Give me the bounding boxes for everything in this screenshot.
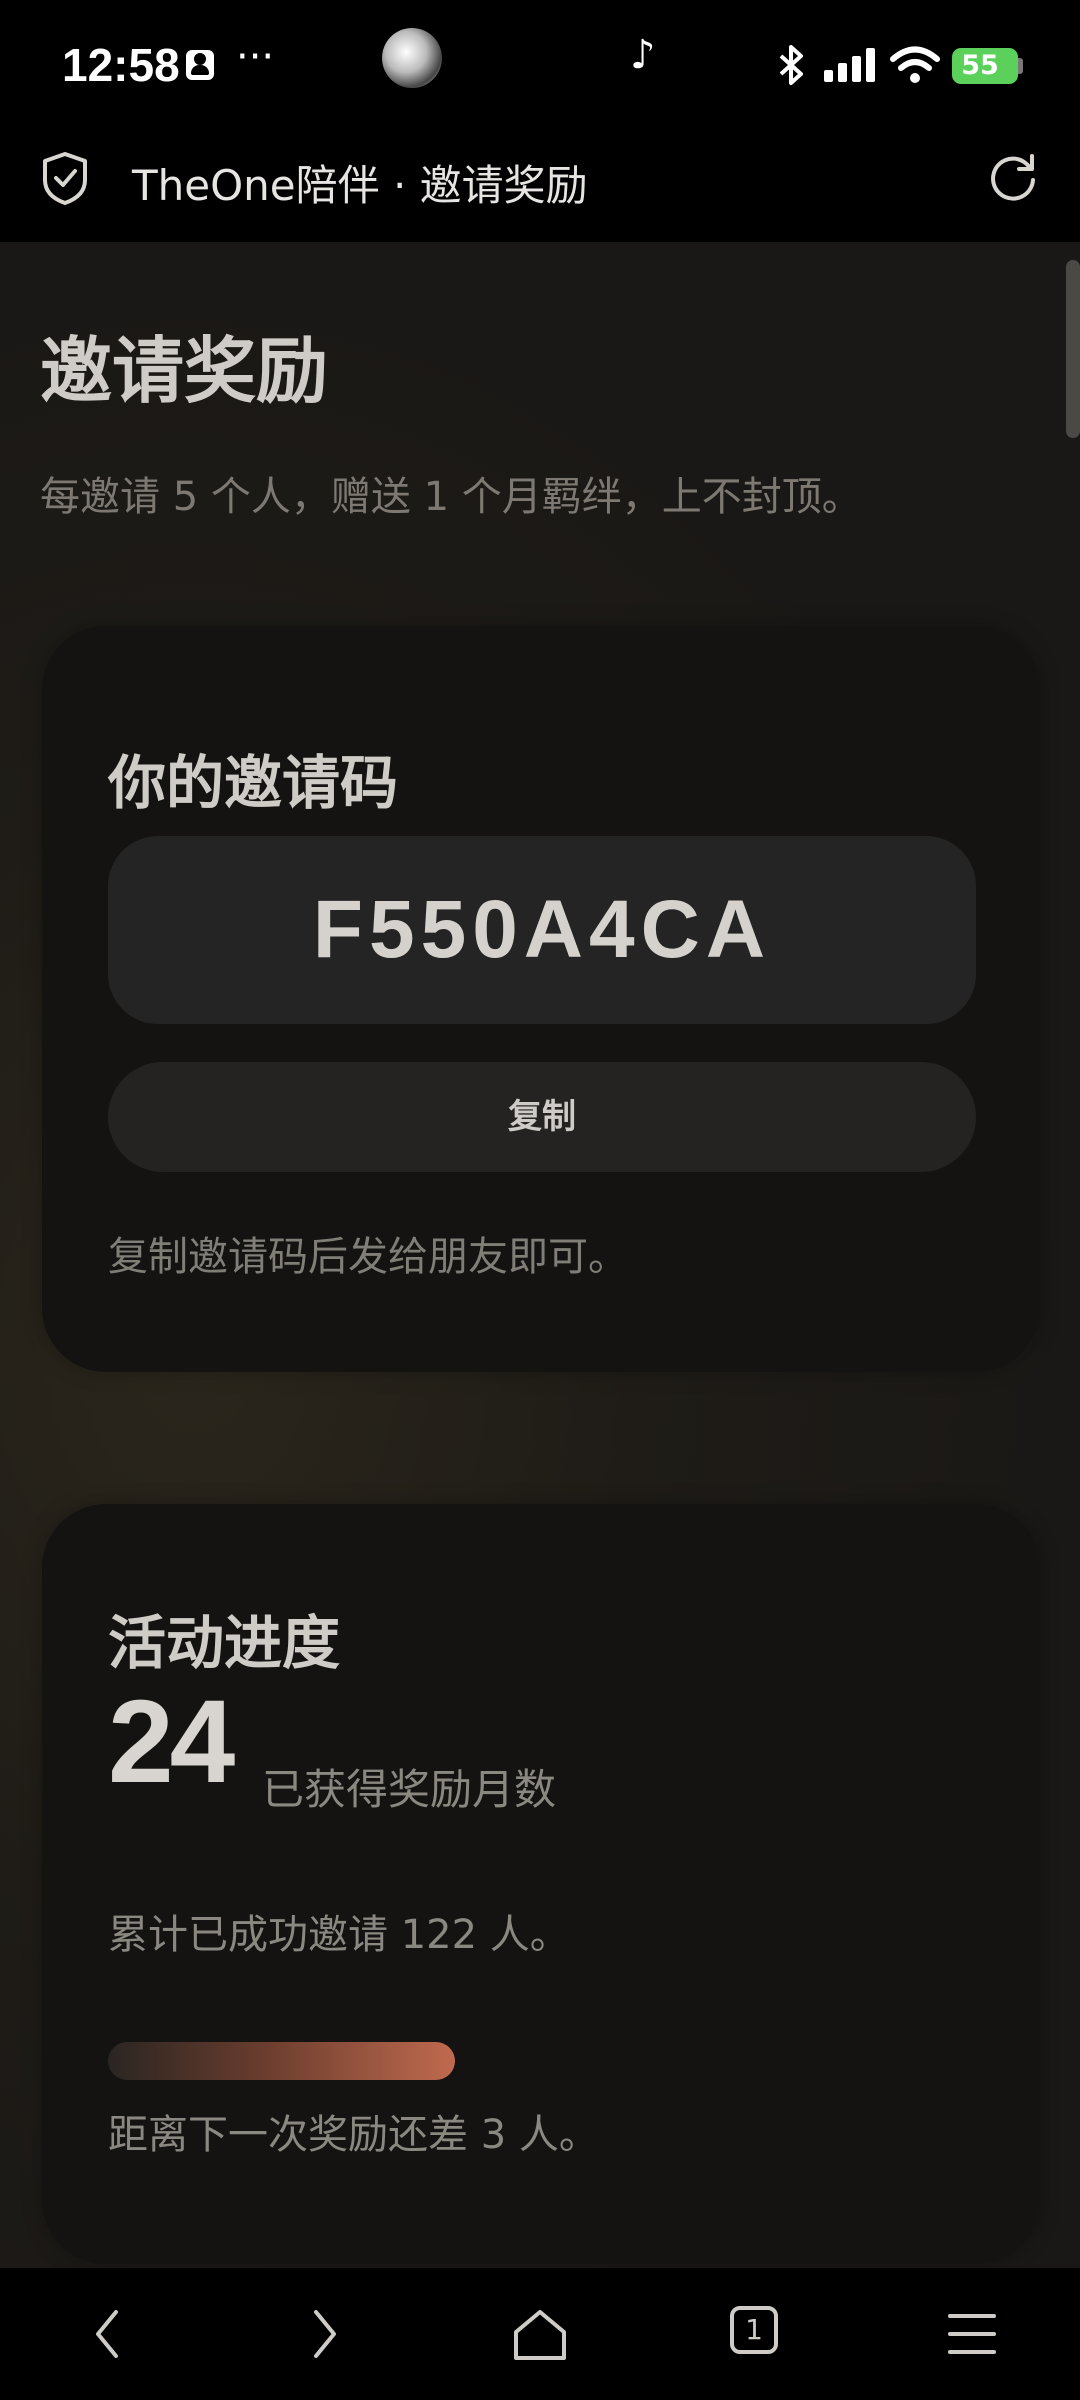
battery-icon: 55: [952, 48, 1018, 84]
menu-icon[interactable]: [946, 2306, 998, 2362]
reward-months-label: 已获得奖励月数: [262, 1765, 557, 1814]
invite-code[interactable]: F550A4CA: [108, 836, 976, 1024]
progress-bar: [108, 2042, 976, 2080]
person-icon: [186, 50, 214, 80]
progress-fill: [108, 2042, 456, 2080]
wifi-icon: [890, 46, 940, 83]
next-reward-text: 距离下一次奖励还差 3 人。: [108, 2112, 599, 2158]
invite-hint: 复制邀请码后发给朋友即可。: [108, 1234, 628, 1280]
tab-count: 1: [745, 2313, 763, 2346]
scrollbar[interactable]: [1066, 260, 1080, 438]
total-invites-text: 累计已成功邀请 122 人。: [108, 1912, 570, 1958]
progress-card-title: 活动进度: [108, 1609, 341, 1677]
tabs-button[interactable]: 1: [730, 2306, 778, 2354]
page-title: 邀请奖励: [40, 329, 329, 413]
web-content[interactable]: 邀请奖励 每邀请 5 个人，赠送 1 个月羁绊，上不封顶。 你的邀请码 F550…: [0, 242, 1080, 2268]
status-bar: 12:58 ··· ♪ 55: [0, 0, 1080, 128]
more-notifications-icon: ···: [236, 34, 275, 80]
invite-card-title: 你的邀请码: [108, 749, 399, 817]
signal-icon: [824, 48, 875, 82]
forward-icon[interactable]: [304, 2306, 344, 2362]
back-icon[interactable]: [88, 2306, 128, 2362]
invite-code-card: 你的邀请码 F550A4CA 复制 复制邀请码后发给朋友即可。: [42, 626, 1040, 1372]
battery-cap: [1018, 58, 1023, 74]
status-time: 12:58: [62, 39, 180, 91]
refresh-icon[interactable]: [986, 150, 1040, 204]
avatar-icon: [382, 28, 442, 88]
copy-button[interactable]: 复制: [108, 1062, 976, 1172]
browser-toolbar: TheOne陪伴 · 邀请奖励: [0, 128, 1080, 242]
progress-card: 活动进度 24 已获得奖励月数 累计已成功邀请 122 人。 距离下一次奖励还差…: [42, 1504, 1040, 2264]
reward-months-count: 24: [108, 1676, 235, 1808]
bluetooth-icon: [779, 45, 803, 85]
page-url-title[interactable]: TheOne陪伴 · 邀请奖励: [132, 152, 588, 213]
browser-nav-bar: 1: [0, 2268, 1080, 2400]
shield-check-icon[interactable]: [40, 150, 90, 206]
home-icon[interactable]: [510, 2306, 570, 2362]
music-icon: ♪: [630, 32, 656, 78]
battery-level: 55: [961, 50, 999, 81]
page-subtitle: 每邀请 5 个人，赠送 1 个月羁绊，上不封顶。: [40, 474, 862, 520]
